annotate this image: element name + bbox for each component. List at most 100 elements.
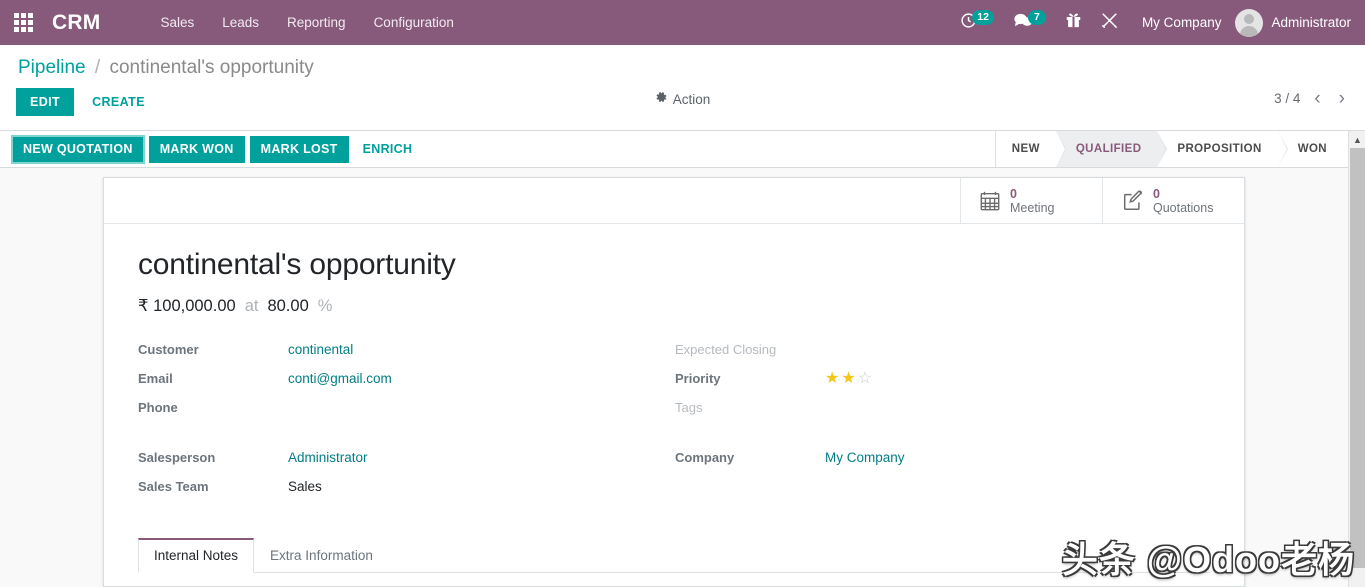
- field-email-label: Email: [138, 371, 173, 386]
- priority-stars[interactable]: ★ ★ ☆: [825, 371, 872, 387]
- action-label: Action: [672, 91, 711, 107]
- field-salesperson-value[interactable]: Administrator: [288, 450, 368, 465]
- field-expected-closing-label: Expected Closing: [675, 342, 777, 357]
- avatar: [1235, 8, 1264, 37]
- field-groups: Customer continental Email conti@gmail.c…: [138, 342, 1210, 508]
- mark-won-button[interactable]: MARK WON: [148, 135, 245, 163]
- field-expected-closing: Expected Closing: [675, 342, 1210, 359]
- field-sales-team: Sales Team Sales: [138, 479, 674, 496]
- menu-item-reporting[interactable]: Reporting: [273, 2, 360, 43]
- gift-icon: [1066, 12, 1081, 33]
- field-group-left: Customer continental Email conti@gmail.c…: [138, 342, 674, 508]
- chevron-right-icon[interactable]: ›: [1335, 89, 1349, 108]
- user-menu-label: Administrator: [1271, 15, 1351, 30]
- messages-button[interactable]: 7: [1004, 0, 1056, 45]
- expected-revenue: ₹ 100,000.00: [138, 296, 236, 316]
- star-filled-2[interactable]: ★: [841, 371, 855, 387]
- messages-count-badge: 7: [1027, 10, 1046, 25]
- mark-lost-button[interactable]: MARK LOST: [249, 135, 349, 163]
- menu-item-configuration[interactable]: Configuration: [360, 2, 468, 43]
- meetings-count: 0: [1010, 186, 1017, 201]
- field-tags: Tags: [675, 400, 1210, 417]
- stage-proposition[interactable]: PROPOSITION: [1157, 131, 1288, 167]
- tab-internal-notes[interactable]: Internal Notes: [138, 538, 255, 573]
- field-tags-label: Tags: [675, 400, 703, 415]
- breadcrumb-separator: /: [94, 57, 101, 78]
- control-panel-buttons: EDIT CREATE Action 3 / 4 ‹ ›: [0, 85, 1365, 130]
- create-button[interactable]: CREATE: [80, 88, 157, 116]
- page-title: continental's opportunity: [138, 248, 456, 281]
- field-salesperson-label: Salesperson: [138, 450, 216, 465]
- vertical-scrollbar[interactable]: ▲: [1348, 131, 1365, 587]
- at-word: at: [244, 297, 259, 315]
- calendar-icon: [979, 190, 1001, 212]
- breadcrumb: Pipeline / continental's opportunity: [0, 45, 1365, 85]
- menu-item-sales[interactable]: Sales: [146, 2, 208, 43]
- scroll-up-arrow-icon[interactable]: ▲: [1349, 131, 1365, 148]
- field-customer: Customer continental: [138, 342, 674, 359]
- probability-value: 80.00: [267, 297, 309, 315]
- pipeline-stages: NEW QUALIFIED PROPOSITION WON: [994, 131, 1343, 167]
- top-navbar: CRM Sales Leads Reporting Configuration …: [0, 0, 1365, 45]
- quotations-count: 0: [1153, 186, 1160, 201]
- field-sales-team-value[interactable]: Sales: [288, 479, 322, 494]
- tools-icon: [1101, 12, 1118, 34]
- menu-item-leads[interactable]: Leads: [208, 2, 273, 43]
- revenue-amount: 100,000.00: [153, 297, 236, 315]
- currency-symbol: ₹: [138, 297, 149, 315]
- percent-symbol: %: [317, 297, 333, 315]
- user-menu[interactable]: Administrator: [1235, 8, 1357, 37]
- star-filled-1[interactable]: ★: [825, 371, 839, 387]
- meetings-label: Meeting: [1010, 200, 1055, 215]
- new-quotation-button[interactable]: NEW QUOTATION: [11, 134, 145, 164]
- gift-button[interactable]: [1056, 0, 1091, 45]
- chevron-left-icon[interactable]: ‹: [1310, 89, 1324, 108]
- stat-button-box: 0 Meeting 0 Quotations: [104, 178, 1244, 224]
- activity-clock-button[interactable]: 12: [950, 0, 1004, 45]
- notebook-tabs: Internal Notes Extra Information: [138, 538, 1210, 573]
- quotation-edit-icon: [1121, 189, 1144, 212]
- field-company: Company My Company: [675, 450, 1210, 467]
- stage-qualified[interactable]: QUALIFIED: [1055, 131, 1167, 167]
- record-sheet: 0 Meeting 0 Quotations continental's opp…: [103, 177, 1245, 587]
- field-customer-label: Customer: [138, 342, 199, 357]
- main-menu: Sales Leads Reporting Configuration: [146, 2, 467, 43]
- field-group-right: Expected Closing Priority ★ ★ ☆ Tags Com…: [674, 342, 1210, 508]
- enrich-button[interactable]: ENRICH: [354, 136, 422, 162]
- field-salesperson: Salesperson Administrator: [138, 450, 674, 467]
- activity-count-badge: 12: [972, 10, 994, 25]
- status-bar: NEW QUOTATION MARK WON MARK LOST ENRICH …: [0, 131, 1365, 168]
- field-email: Email conti@gmail.com: [138, 371, 674, 388]
- scrollbar-thumb[interactable]: [1350, 148, 1365, 568]
- gear-icon: [655, 91, 668, 107]
- field-phone-label: Phone: [138, 400, 178, 415]
- action-dropdown[interactable]: Action: [655, 91, 711, 107]
- navbar-systray: 12 7 My Company Administrator: [950, 0, 1357, 45]
- quotations-label: Quotations: [1153, 200, 1214, 215]
- revenue-probability: ₹ 100,000.00 at 80.00 %: [138, 296, 1210, 316]
- field-company-label: Company: [675, 450, 735, 465]
- tools-button[interactable]: [1091, 0, 1128, 45]
- company-switcher[interactable]: My Company: [1128, 15, 1236, 30]
- field-company-value[interactable]: My Company: [825, 450, 905, 465]
- tab-extra-information[interactable]: Extra Information: [254, 538, 389, 573]
- star-empty-3[interactable]: ☆: [858, 371, 872, 387]
- field-email-value[interactable]: conti@gmail.com: [288, 371, 392, 386]
- apps-menu-button[interactable]: [0, 0, 46, 45]
- status-bar-buttons: NEW QUOTATION MARK WON MARK LOST ENRICH: [0, 131, 421, 167]
- field-priority-label: Priority: [675, 371, 721, 386]
- app-brand-crm[interactable]: CRM: [46, 11, 106, 35]
- quotations-stat-button[interactable]: 0 Quotations: [1102, 178, 1244, 223]
- edit-button[interactable]: EDIT: [16, 87, 75, 116]
- stage-new[interactable]: NEW: [995, 131, 1066, 167]
- breadcrumb-item-pipeline[interactable]: Pipeline: [18, 57, 86, 78]
- field-sales-team-label: Sales Team: [138, 479, 209, 494]
- meetings-stat-button[interactable]: 0 Meeting: [960, 178, 1102, 223]
- apps-grid-icon: [13, 13, 33, 32]
- field-priority: Priority ★ ★ ☆: [675, 371, 1210, 388]
- field-phone: Phone: [138, 400, 674, 417]
- pager-counter: 3 / 4: [1274, 91, 1301, 106]
- breadcrumb-item-current: continental's opportunity: [109, 57, 314, 78]
- control-panel: Pipeline / continental's opportunity EDI…: [0, 45, 1365, 131]
- field-customer-value[interactable]: continental: [288, 342, 353, 357]
